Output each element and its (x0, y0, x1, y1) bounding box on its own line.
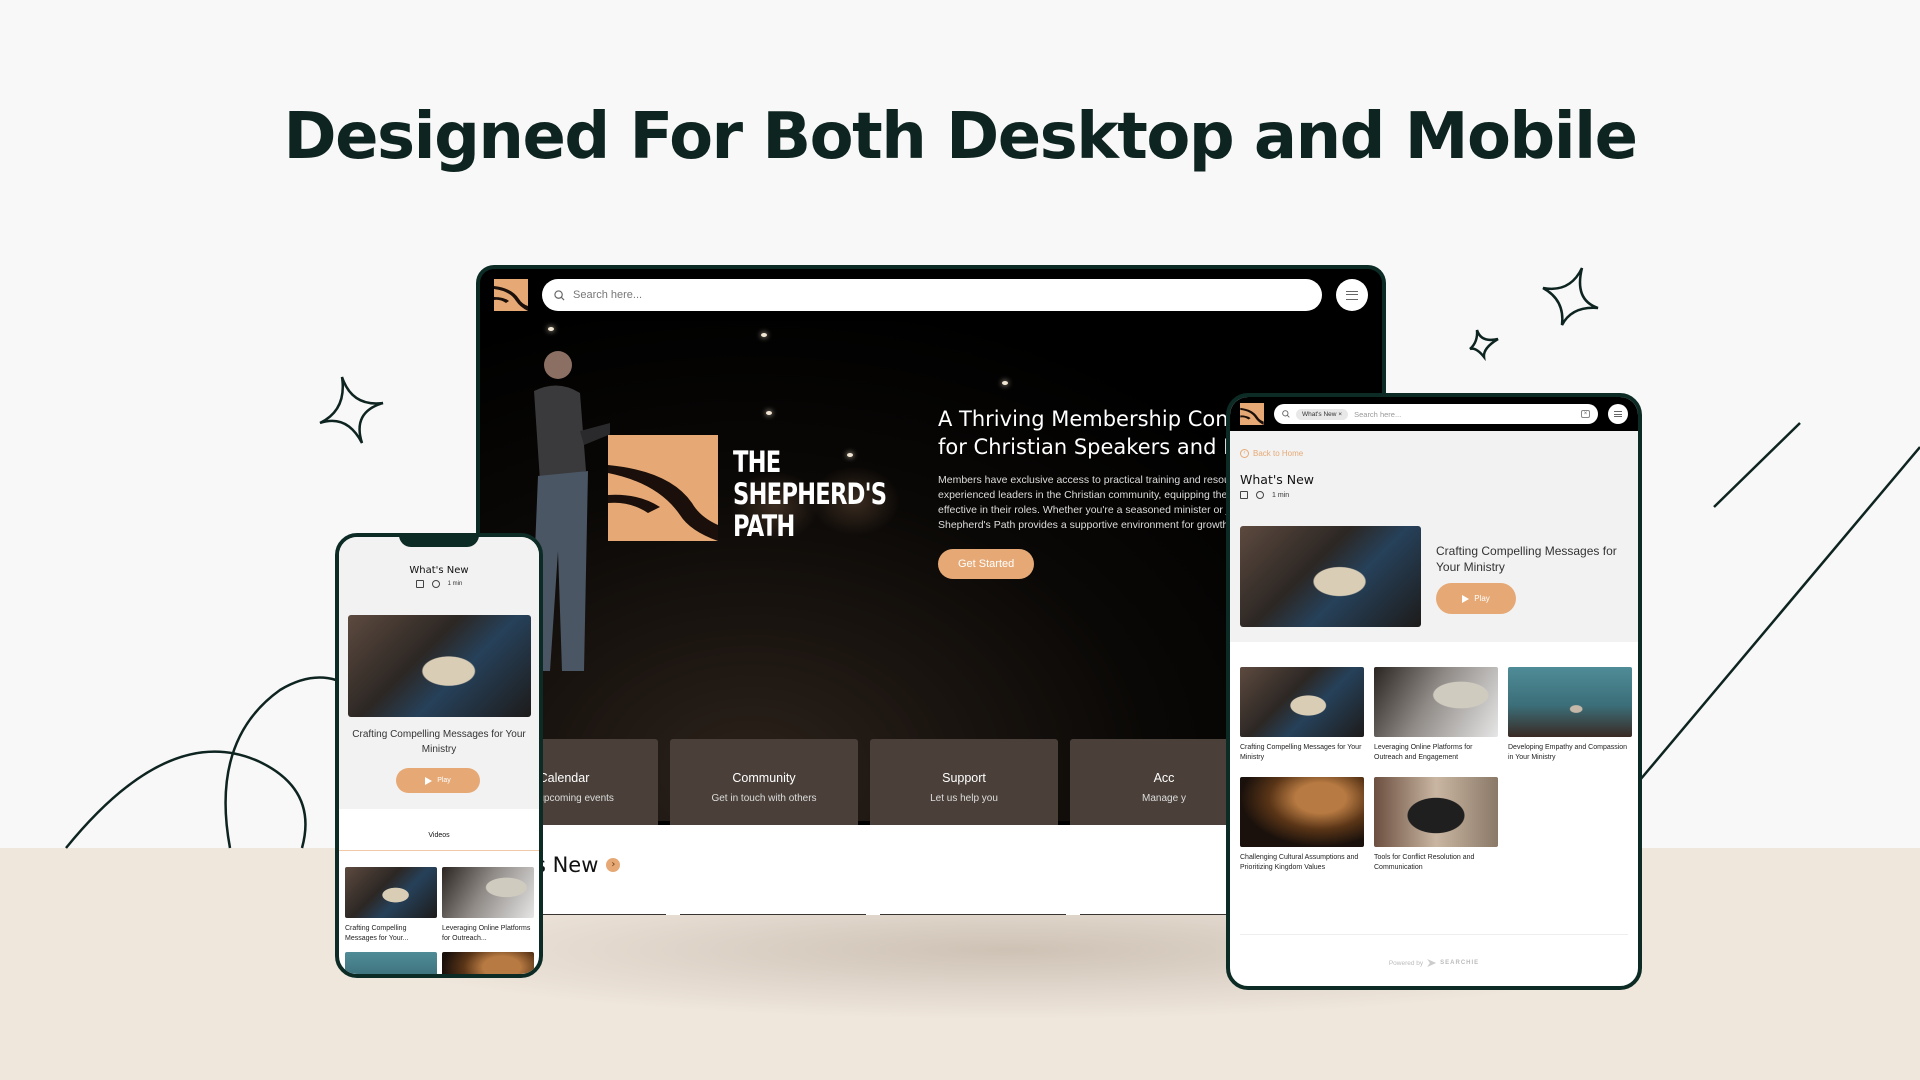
thumbnail[interactable] (880, 914, 1066, 915)
clock-icon (431, 580, 440, 588)
clear-search-icon[interactable]: × (1581, 410, 1590, 418)
video-thumbnail (1508, 667, 1632, 737)
video-card[interactable] (345, 952, 437, 974)
sparkle-icon-left (319, 376, 384, 444)
hamburger-menu-icon (1614, 411, 1622, 417)
search-icon (1282, 410, 1290, 418)
featured-section: What's New 1 min Crafting Compelling Mes… (339, 537, 539, 809)
featured-image[interactable] (1240, 526, 1421, 627)
content-meta: 1 min (1240, 491, 1289, 499)
play-button[interactable]: Play (396, 768, 480, 793)
chevron-left-icon: ‹ (1240, 449, 1249, 458)
phone-mockup: What's New 1 min Crafting Compelling Mes… (335, 533, 543, 978)
search-placeholder: Search here... (573, 289, 643, 301)
stage-light (761, 333, 767, 337)
page-headline: Designed For Both Desktop and Mobile (283, 100, 1639, 174)
featured-title: Crafting Compelling Messages for Your Mi… (1436, 544, 1617, 574)
tab-underline (339, 850, 539, 851)
video-thumbnail (345, 952, 437, 974)
stage-light (548, 327, 554, 331)
video-thumbnail (1240, 777, 1364, 847)
featured-section: ‹ Back to Home What's New 1 min Crafting… (1230, 431, 1638, 642)
video-thumbnail (442, 867, 534, 918)
get-started-button[interactable]: Get Started (938, 549, 1035, 579)
diagonal-line-long (1639, 446, 1920, 781)
play-button[interactable]: Play (1436, 583, 1516, 614)
video-thumbnail (1374, 667, 1498, 737)
swirl-line-2 (224, 676, 337, 849)
featured-title: Crafting Compelling Messages for Your Mi… (352, 729, 526, 755)
content-meta: 1 min (339, 580, 539, 588)
brand-name: THE SHEPHERD'S PATH (733, 445, 887, 543)
sparkle-icon-right-small (1469, 329, 1499, 362)
phone-notch (399, 537, 479, 547)
video-card[interactable]: Crafting Compelling Messages for Your Mi… (1240, 667, 1364, 767)
search-input[interactable]: Search here... (542, 279, 1322, 311)
video-card[interactable]: Leveraging Online Platforms for Outreach… (442, 867, 534, 944)
swirl-line (65, 750, 307, 849)
stage-light (766, 411, 772, 415)
desktop-header: Search here... (480, 269, 1382, 321)
divider (1240, 934, 1628, 935)
search-placeholder: Search here... (1354, 409, 1402, 419)
searchie-logo-icon (1427, 959, 1437, 967)
diagonal-line-short (1713, 422, 1801, 508)
powered-by-footer: Powered by SEARCHIE (1388, 959, 1480, 967)
hamburger-menu-icon (1346, 290, 1358, 300)
video-thumbnail (442, 952, 534, 974)
sparkle-icon-right-large (1542, 267, 1599, 326)
back-to-home-link[interactable]: ‹ Back to Home (1240, 449, 1303, 458)
brand-logo-icon (608, 435, 718, 541)
video-thumbnail (1240, 667, 1364, 737)
chevron-right-icon[interactable]: › (606, 858, 621, 872)
featured-image[interactable] (348, 615, 531, 717)
video-grid: Crafting Compelling Messages for Your...… (345, 867, 534, 974)
menu-button[interactable] (1608, 404, 1628, 424)
stage-light (1002, 381, 1008, 385)
search-icon (554, 289, 565, 301)
search-input[interactable]: What's New × Search here... × (1274, 404, 1598, 424)
video-thumbnail (1374, 777, 1498, 847)
tab-videos[interactable]: Videos (339, 832, 539, 839)
video-icon (1240, 491, 1248, 499)
video-card[interactable]: Challenging Cultural Assumptions and Pri… (1240, 777, 1364, 877)
play-icon (1462, 594, 1470, 603)
video-card[interactable]: Crafting Compelling Messages for Your... (345, 867, 437, 944)
tablet-mockup: What's New × Search here... × ‹ Back to … (1226, 393, 1642, 990)
logo-icon[interactable] (494, 279, 528, 311)
video-thumbnail (345, 867, 437, 918)
video-card[interactable]: Tools for Conflict Resolution and Commun… (1374, 777, 1498, 877)
clock-icon (1256, 491, 1264, 499)
video-card[interactable] (442, 952, 534, 974)
video-card[interactable]: Leveraging Online Platforms for Outreach… (1374, 667, 1498, 767)
video-card[interactable]: Developing Empathy and Compassion in You… (1508, 667, 1632, 767)
video-grid: Crafting Compelling Messages for Your Mi… (1240, 667, 1632, 877)
video-icon (415, 580, 424, 588)
close-icon[interactable]: × (1338, 411, 1342, 418)
search-filter-chip[interactable]: What's New × (1296, 408, 1349, 420)
play-icon (425, 776, 433, 785)
page-title: What's New (1240, 472, 1315, 487)
logo-icon[interactable] (1240, 403, 1264, 425)
menu-button[interactable] (1336, 279, 1368, 311)
tablet-header: What's New × Search here... × (1230, 397, 1638, 431)
thumbnail[interactable] (680, 914, 866, 915)
page-title: What's New (409, 565, 469, 576)
